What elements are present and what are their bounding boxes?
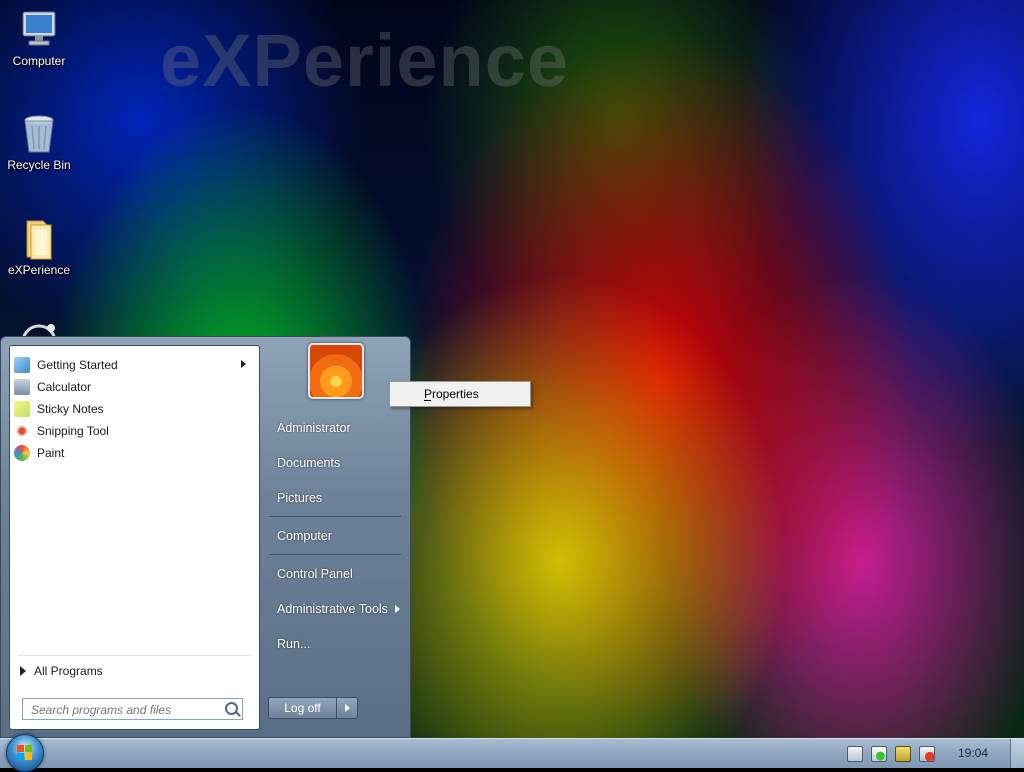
desktop-icon-computer[interactable]: Computer <box>4 8 74 68</box>
right-item-pictures[interactable]: Pictures <box>277 491 322 505</box>
desktop-watermark: eXPerience <box>160 19 570 102</box>
start-menu: Getting Started Calculator Sticky Notes … <box>0 336 411 738</box>
shutdown-options-arrow-icon[interactable] <box>337 698 357 718</box>
folder-icon <box>17 217 61 261</box>
right-item-run[interactable]: Run... <box>277 637 310 651</box>
right-item-control-panel[interactable]: Control Panel <box>277 567 353 581</box>
sticky-notes-icon <box>14 401 30 417</box>
search-input[interactable] <box>29 700 223 720</box>
right-item-administrator[interactable]: Administrator <box>277 421 351 435</box>
log-off-label: Log off <box>269 698 337 718</box>
action-center-icon[interactable] <box>847 746 863 762</box>
program-label: Snipping Tool <box>37 424 109 438</box>
desktop-icon-label: Recycle Bin <box>7 158 71 172</box>
program-paint[interactable]: Paint <box>14 442 254 464</box>
right-item-computer[interactable]: Computer <box>277 529 332 543</box>
properties-label: Properties <box>424 387 479 401</box>
right-pane-separator <box>269 516 401 518</box>
desktop-icon-label: eXPerience <box>7 263 71 277</box>
security-shield-icon[interactable] <box>871 746 887 762</box>
submenu-arrow-icon <box>395 605 400 613</box>
right-item-label: Administrative Tools <box>277 602 388 616</box>
desktop-icon-label: Computer <box>12 54 66 68</box>
windows-logo-icon <box>17 745 33 761</box>
start-search-box[interactable] <box>22 698 243 720</box>
program-label: Paint <box>37 446 65 460</box>
search-icon[interactable] <box>225 702 238 715</box>
context-menu-item-properties[interactable]: Properties <box>424 387 479 401</box>
programs-separator <box>18 655 251 656</box>
snipping-tool-icon <box>14 423 30 439</box>
program-label: Calculator <box>37 380 92 394</box>
all-programs-label: All Programs <box>34 664 103 678</box>
start-button[interactable] <box>6 734 44 772</box>
calculator-icon <box>14 379 30 395</box>
submenu-arrow-icon <box>241 360 246 368</box>
program-calculator[interactable]: Calculator <box>14 376 254 398</box>
recycle-bin-icon <box>17 112 61 156</box>
desktop-icon-experience-folder[interactable]: eXPerience <box>4 217 74 277</box>
paint-icon <box>14 445 30 461</box>
program-snipping-tool[interactable]: Snipping Tool <box>14 420 254 442</box>
taskbar-clock[interactable]: 19:04 <box>958 746 988 760</box>
all-programs-button[interactable]: All Programs <box>20 664 103 678</box>
program-sticky-notes[interactable]: Sticky Notes <box>14 398 254 420</box>
right-item-documents[interactable]: Documents <box>277 456 340 470</box>
program-label: Getting Started <box>37 358 118 372</box>
right-pane-separator <box>269 554 401 556</box>
desktop-icon-recycle-bin[interactable]: Recycle Bin <box>4 112 74 172</box>
getting-started-icon <box>14 357 30 373</box>
computer-icon <box>17 8 61 52</box>
show-desktop-button[interactable] <box>1010 739 1024 768</box>
all-programs-arrow-icon <box>20 666 26 676</box>
user-avatar[interactable] <box>308 343 364 399</box>
program-label: Sticky Notes <box>37 402 104 416</box>
volume-muted-icon[interactable] <box>919 746 935 762</box>
network-icon[interactable] <box>895 746 911 762</box>
accelerator-underline <box>424 400 431 401</box>
desktop-icon-partial[interactable] <box>4 320 74 336</box>
partial-icon <box>17 320 61 336</box>
log-off-button[interactable]: Log off <box>268 697 358 719</box>
right-item-administrative-tools[interactable]: Administrative Tools <box>277 602 401 616</box>
context-menu: Properties <box>389 381 531 407</box>
program-getting-started[interactable]: Getting Started <box>14 354 254 376</box>
programs-pane: Getting Started Calculator Sticky Notes … <box>9 345 260 730</box>
